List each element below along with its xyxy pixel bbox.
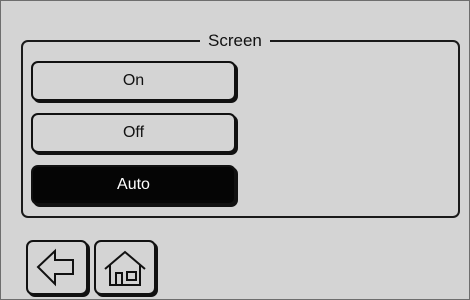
screen-auto-button[interactable]: Auto [31,165,236,205]
screen-on-button[interactable]: On [31,61,236,101]
screen-group-title: Screen [200,30,270,52]
back-button[interactable] [26,240,88,295]
screen-off-button[interactable]: Off [31,113,236,153]
home-button[interactable] [94,240,156,295]
screen-settings-panel: Screen On Off Auto [0,0,470,300]
